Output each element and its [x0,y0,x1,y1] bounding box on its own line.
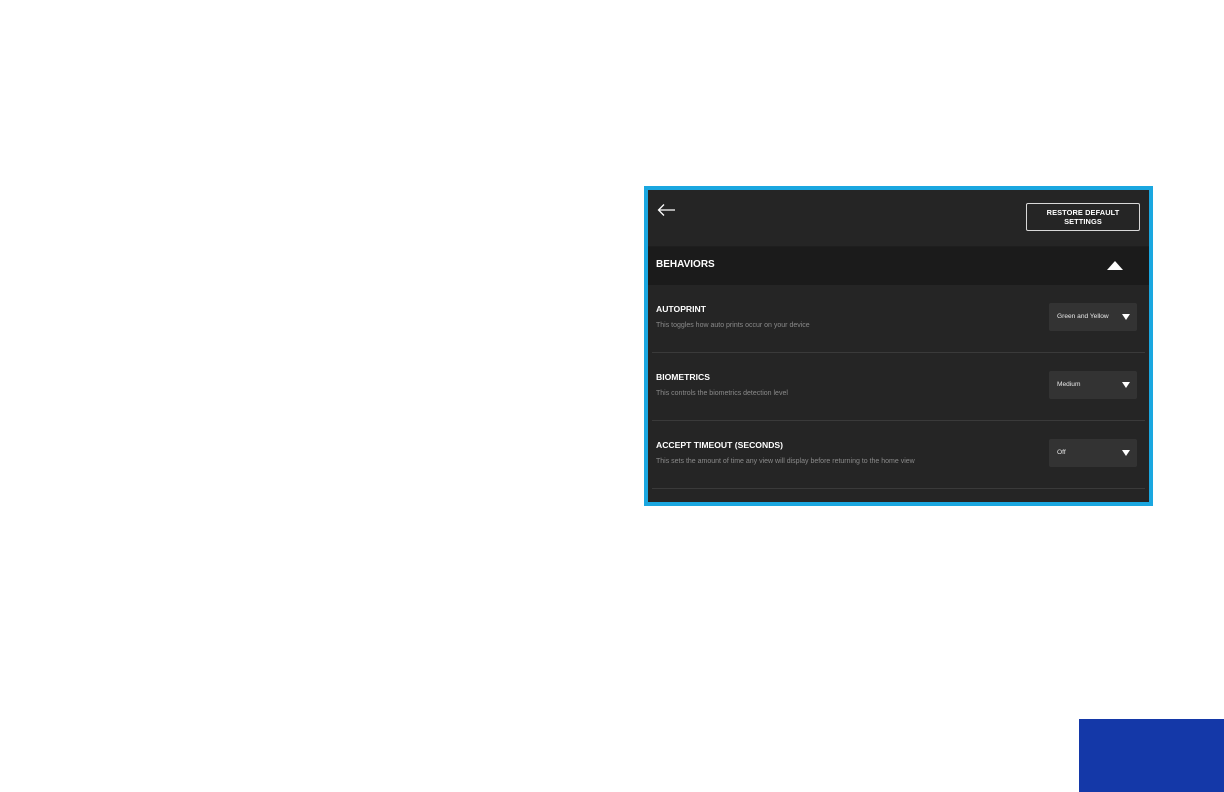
restore-default-settings-button[interactable]: RESTORE DEFAULT SETTINGS [1026,203,1140,231]
caret-down-icon [1122,382,1130,388]
setting-title: ACCEPT TIMEOUT (SECONDS) [656,440,783,450]
setting-title: BIOMETRICS [656,372,710,382]
biometrics-select[interactable]: Medium [1049,371,1137,399]
caret-up-icon[interactable] [1107,261,1123,270]
setting-row-accept-timeout: ACCEPT TIMEOUT (SECONDS) This sets the a… [652,421,1145,489]
setting-row-autoprint: AUTOPRINT This toggles how auto prints o… [652,285,1145,353]
caret-down-icon [1122,450,1130,456]
section-title: BEHAVIORS [656,259,715,270]
select-value: Green and Yellow [1057,313,1109,320]
accept-timeout-select[interactable]: Off [1049,439,1137,467]
corner-color-block [1079,719,1224,792]
settings-panel: RESTORE DEFAULT SETTINGS BEHAVIORS AUTOP… [644,186,1153,506]
setting-description: This sets the amount of time any view wi… [656,458,915,465]
setting-row-biometrics: BIOMETRICS This controls the biometrics … [652,353,1145,421]
setting-description: This toggles how auto prints occur on yo… [656,322,810,329]
section-header-behaviors[interactable]: BEHAVIORS [648,246,1149,285]
autoprint-select[interactable]: Green and Yellow [1049,303,1137,331]
arrow-left-icon[interactable] [657,203,677,217]
setting-title: AUTOPRINT [656,304,706,314]
select-value: Off [1057,449,1066,456]
top-bar: RESTORE DEFAULT SETTINGS [648,190,1149,246]
caret-down-icon [1122,314,1130,320]
select-value: Medium [1057,381,1081,388]
setting-description: This controls the biometrics detection l… [656,390,788,397]
